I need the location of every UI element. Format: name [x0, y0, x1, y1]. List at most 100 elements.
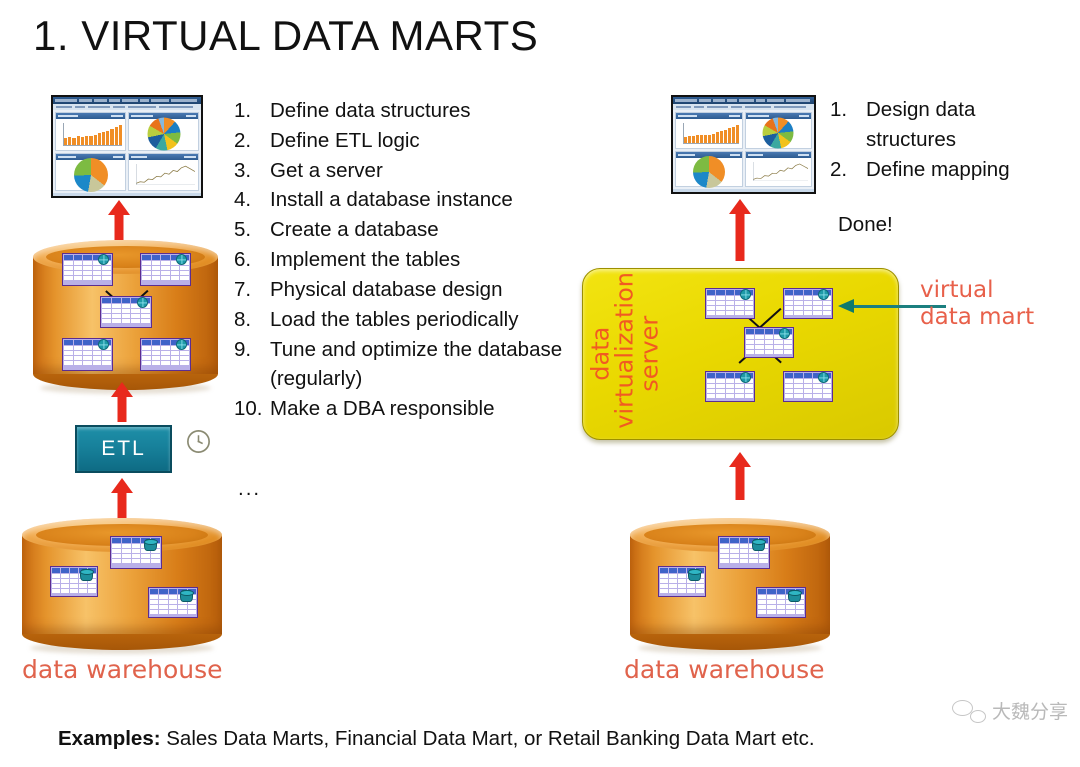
table-header-row	[64, 254, 111, 265]
list-item-number: 1.	[830, 98, 848, 121]
table-header-row	[52, 568, 96, 581]
virtual-schema-table	[705, 288, 755, 319]
schema-fact-table	[100, 296, 152, 328]
dashboard-titlebar	[673, 97, 814, 104]
list-item: 8. Load the tables periodically	[234, 305, 564, 335]
globe-icon	[176, 339, 187, 350]
table-header-row	[720, 538, 768, 551]
table-row	[150, 605, 197, 609]
table-row	[112, 554, 160, 558]
table-row	[64, 266, 111, 270]
table-row	[142, 276, 189, 280]
table-row	[142, 356, 189, 360]
three-slice-pie-panel	[55, 152, 126, 193]
bar-chart-panel	[675, 112, 743, 149]
server-label-line-1: data	[586, 326, 615, 381]
globe-icon	[779, 328, 790, 339]
etl-process-box[interactable]: ETL	[75, 425, 172, 473]
flow-arrow-warehouse-to-server	[729, 452, 751, 500]
list-item: 5. Create a database	[234, 215, 564, 245]
list-item-label: Physical database design	[270, 277, 503, 301]
panel-body	[129, 117, 198, 151]
list-item-label: Define mapping	[866, 157, 1010, 181]
table-row	[52, 584, 96, 588]
pie-chart-three	[692, 156, 725, 189]
globe-icon	[137, 297, 148, 308]
flow-arrow-left-top	[108, 200, 130, 240]
line-series	[752, 161, 808, 182]
x-axis	[64, 144, 122, 146]
warehouse-table	[658, 566, 706, 597]
list-item-label: Define data structures	[270, 99, 471, 122]
virtual-schema-table	[783, 371, 833, 402]
table-row	[102, 309, 150, 313]
table-row	[758, 605, 805, 609]
table-row	[142, 351, 189, 355]
schema-table	[62, 338, 113, 371]
table-row	[746, 340, 793, 344]
table-row	[52, 589, 96, 593]
table-row	[64, 271, 111, 275]
list-item-label: Get a server	[270, 158, 383, 182]
list-item-number: 2.	[830, 157, 848, 181]
dashboard-panel-grid	[53, 110, 201, 193]
bar-series	[64, 123, 123, 145]
table-row	[707, 306, 754, 310]
table-row	[720, 559, 768, 563]
warehouse-table	[110, 536, 162, 569]
table-row	[142, 361, 189, 365]
list-item: 1. Define data structures	[234, 96, 564, 126]
table-row	[150, 610, 197, 614]
table-header-row	[142, 254, 189, 265]
list-item: 3. Get a server	[234, 156, 564, 186]
list-item-number: 10.	[234, 397, 263, 421]
table-row	[707, 384, 754, 388]
list-item-number: 9.	[234, 337, 252, 361]
list-item-number: 7.	[234, 277, 252, 301]
table-header-row	[142, 339, 189, 350]
list-item-label: Install a database instance	[270, 188, 513, 212]
dashboard-footer	[53, 193, 201, 196]
globe-icon	[818, 289, 829, 300]
schema-table	[62, 253, 113, 286]
caption-lead: Examples:	[58, 727, 161, 750]
data-warehouse-label-left: data warehouse	[22, 655, 223, 684]
table-row	[707, 311, 754, 315]
x-axis	[684, 142, 739, 144]
line-chart-panel	[744, 150, 812, 187]
dashboard-footer	[673, 189, 814, 192]
database-icon	[143, 538, 158, 551]
database-icon	[687, 568, 702, 581]
list-item: 2. Define ETL logic	[234, 126, 564, 156]
table-row	[785, 384, 832, 388]
table-row	[64, 361, 111, 365]
table-row	[660, 589, 704, 593]
virtual-data-mart-callout: virtual data mart	[920, 277, 1034, 331]
list-item: 4. Install a database instance	[234, 185, 564, 215]
pie-chart-multi	[762, 117, 794, 149]
slide-canvas: 1. VIRTUAL DATA MARTS ETL data warehouse…	[0, 0, 1080, 767]
table-row	[102, 314, 150, 318]
table-row	[785, 311, 832, 315]
warehouse-table	[756, 587, 806, 618]
panel-body	[129, 160, 198, 191]
list-item: 2. Define mapping	[830, 155, 1070, 185]
examples-caption: Examples: Sales Data Marts, Financial Da…	[58, 727, 815, 751]
traditional-steps-list: 1. Define data structures 2. Define ETL lo…	[234, 96, 564, 424]
table-row	[707, 394, 754, 398]
table-row	[707, 301, 754, 305]
table-row	[102, 319, 150, 323]
table-header-row	[150, 589, 197, 602]
wechat-icon	[951, 699, 986, 723]
table-header-row	[785, 372, 832, 383]
pie-chart-multi	[147, 117, 180, 151]
table-row	[758, 610, 805, 614]
wechat-watermark: 大魏分享	[951, 697, 1068, 724]
table-row	[746, 345, 793, 349]
panel-body	[746, 158, 812, 187]
etl-label: ETL	[101, 437, 146, 460]
schema-table	[140, 253, 191, 286]
data-warehouse-label-right: data warehouse	[624, 655, 825, 684]
warehouse-table	[50, 566, 98, 597]
multi-slice-pie-panel	[744, 112, 812, 149]
